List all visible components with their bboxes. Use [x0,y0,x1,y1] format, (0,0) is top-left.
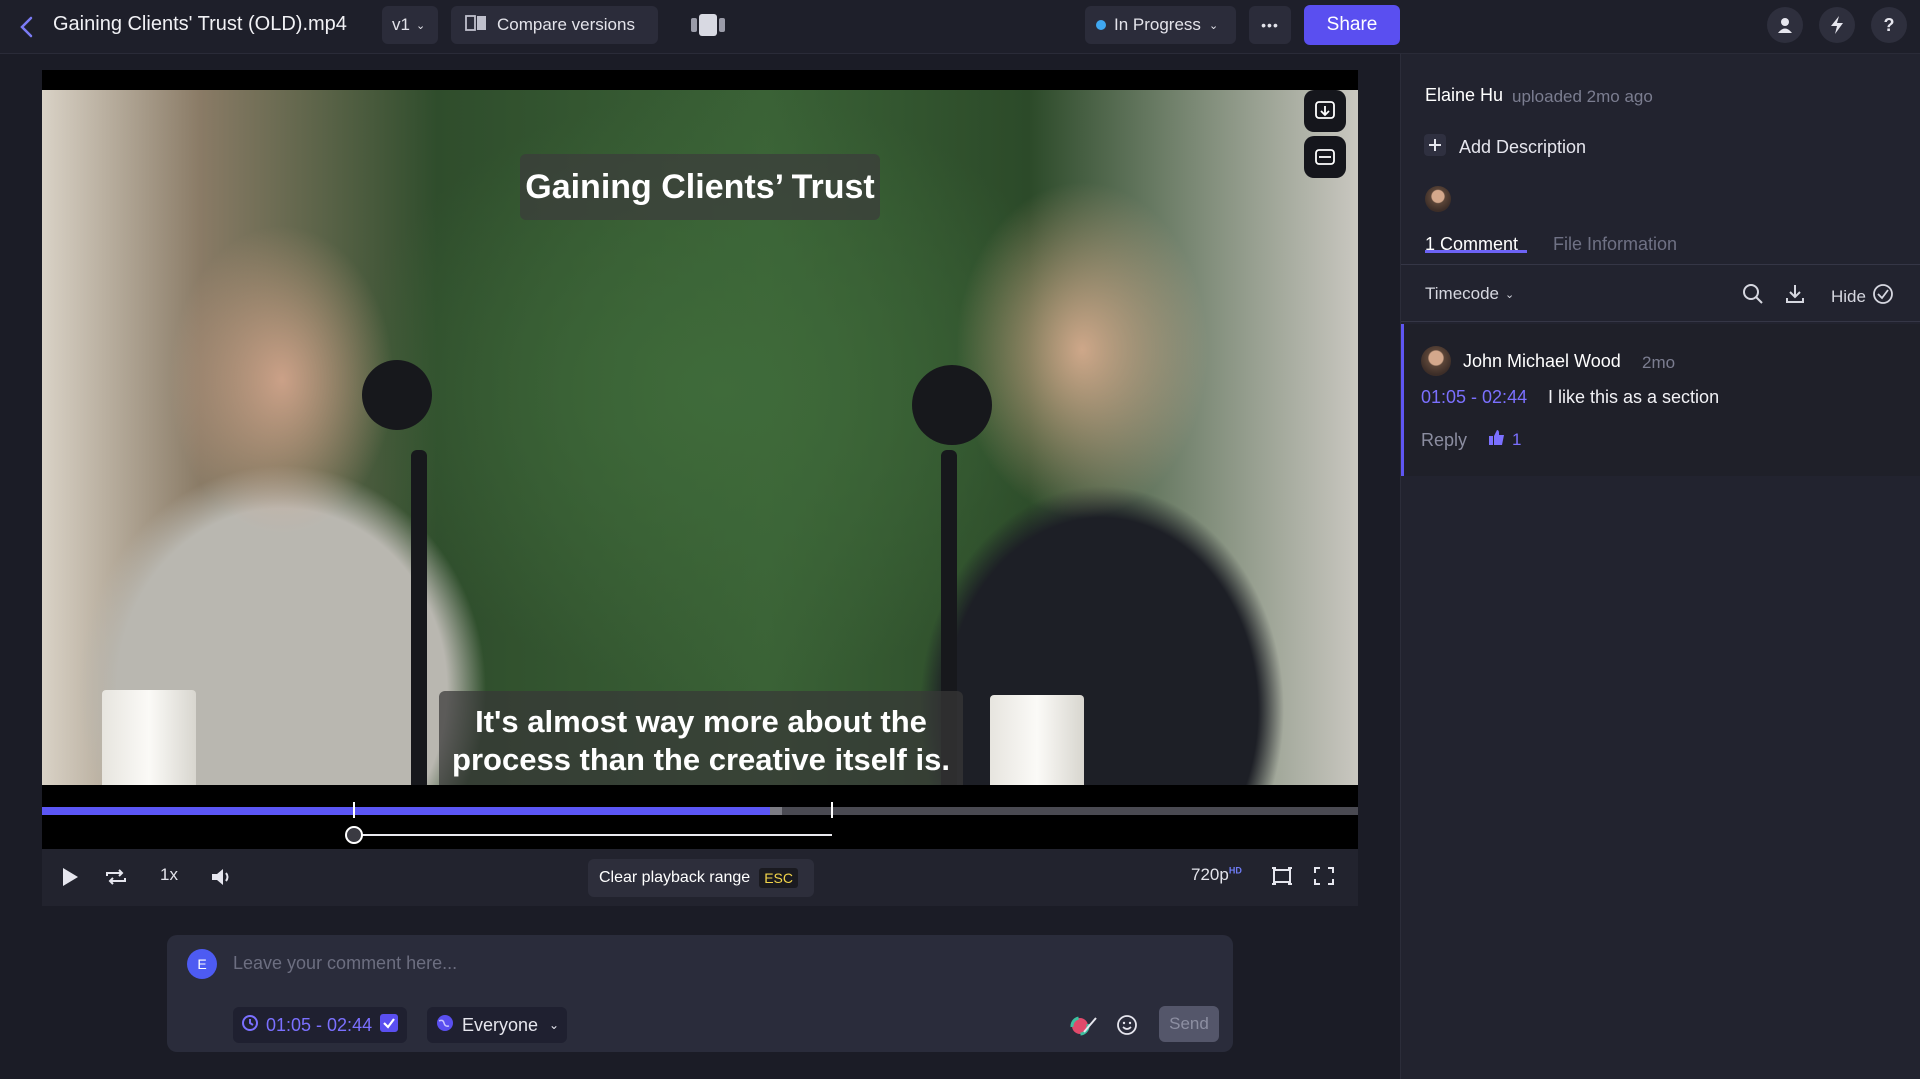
view-mode-icon[interactable] [690,13,726,37]
hide-label: Hide [1831,286,1866,306]
upload-time: uploaded 2mo ago [1512,87,1653,106]
tab-file-information[interactable]: File Information [1553,234,1677,255]
clock-icon [241,1014,259,1037]
comment-text: I like this as a section [1548,387,1720,407]
status-label: In Progress [1114,15,1201,34]
theater-mode-icon[interactable] [1271,866,1293,891]
avatar [1425,186,1451,212]
user-icon[interactable] [1767,7,1803,43]
status-dropdown[interactable]: In Progress ⌄ [1085,6,1236,44]
range-start-marker[interactable] [352,802,355,818]
range-handle[interactable] [344,826,363,844]
chevron-down-icon: ⌄ [1208,19,1219,32]
download-frame-icon[interactable] [1304,90,1346,132]
playback-range-line [353,834,832,836]
range-end-marker[interactable] [830,802,833,818]
comment-timecode[interactable]: 01:05 - 02:44 [1421,387,1527,408]
globe-icon [435,1013,455,1038]
compare-versions-label: Compare versions [497,15,635,34]
volume-icon[interactable] [210,866,234,893]
chevron-down-icon: ⌄ [1505,288,1515,301]
caption-line: process than the creative itself is. [452,742,950,777]
comment-input[interactable] [233,949,933,977]
like-count: 1 [1512,429,1522,449]
speed-button[interactable]: 1x [160,865,178,885]
help-button[interactable]: ? [1871,7,1907,43]
quality-label: 720p [1191,865,1229,884]
clear-range-label: Clear playback range [599,869,751,886]
plus-icon [1423,133,1447,162]
checkbox-checked-icon[interactable] [379,1013,399,1038]
toolbar-divider [1401,321,1920,322]
video-player: Gaining Clients’ Trust It's almost way m… [42,70,1358,906]
cup-right [990,695,1084,785]
loop-icon[interactable] [104,867,128,892]
chevron-down-icon: ⌄ [549,1018,560,1032]
timecode-range-label: 01:05 - 02:44 [266,1014,373,1035]
emoji-icon[interactable] [1116,1014,1138,1041]
player-controls: 1x Clear playback range ESC 720pHD [42,849,1358,906]
video-overlay-title: Gaining Clients’ Trust [520,154,880,220]
file-title: Gaining Clients' Trust (OLD).mp4 [53,13,347,35]
comment-item[interactable]: John Michael Wood 2mo 01:05 - 02:44 I li… [1401,324,1920,476]
fullscreen-icon[interactable] [1313,866,1335,891]
search-icon[interactable] [1741,282,1765,311]
microphone-left [348,346,446,444]
status-dot-icon [1096,20,1106,30]
progress-bar [42,807,770,815]
tab-divider [1401,264,1920,265]
hd-badge: HD [1228,865,1242,876]
quality-selector[interactable]: 720pHD [1191,865,1242,885]
comment-composer: E 01:05 - 02:44 Everyone ⌄ Send [167,935,1233,1052]
microphone-right [912,365,992,445]
download-icon[interactable] [1783,282,1807,311]
mic-stand-left [411,450,427,785]
video-caption: It's almost way more about the process t… [439,691,963,785]
help-icon: ? [1883,14,1895,35]
reply-button[interactable]: Reply [1421,430,1467,451]
comments-sidebar: Elaine Hu uploaded 2mo ago Add Descripti… [1400,54,1920,1079]
color-picker-icon[interactable] [1070,1014,1098,1041]
add-description-label: Add Description [1459,137,1587,157]
uploader-name: Elaine Hu [1425,85,1504,105]
check-circle-icon [1872,283,1894,310]
avatar [1421,346,1451,376]
caption-line: It's almost way more about the [475,704,927,739]
chevron-left-icon[interactable] [12,12,42,42]
esc-shortcut-badge: ESC [759,868,798,888]
buffered-bar [769,807,782,815]
lightning-icon[interactable] [1819,7,1855,43]
cup-left [102,690,196,785]
visibility-dropdown[interactable]: Everyone ⌄ [427,1007,568,1043]
sort-dropdown[interactable]: Timecode ⌄ [1425,284,1514,304]
visibility-label: Everyone [462,1014,539,1035]
video-frame[interactable]: Gaining Clients’ Trust It's almost way m… [42,90,1358,785]
more-options-button[interactable]: ••• [1249,6,1291,44]
version-label: v1 [392,15,410,34]
send-button[interactable]: Send [1159,1006,1219,1042]
playback-timeline[interactable] [42,807,1358,815]
compare-icon [465,14,487,37]
comment-age: 2mo [1642,353,1676,372]
like-button[interactable]: 1 [1488,428,1521,451]
clear-playback-range-button[interactable]: Clear playback range ESC [588,859,814,897]
thumbs-up-icon [1488,428,1506,451]
chevron-down-icon: ⌄ [415,19,426,32]
hide-comments-button[interactable]: Hide [1831,283,1894,310]
top-bar: Gaining Clients' Trust (OLD).mp4 v1 ⌄ Co… [0,0,1920,54]
sort-label: Timecode [1425,284,1500,303]
share-button[interactable]: Share [1304,5,1400,45]
add-description-button[interactable]: Add Description [1423,133,1586,162]
version-dropdown[interactable]: v1 ⌄ [382,6,438,44]
play-icon[interactable] [60,866,80,893]
active-tab-indicator [1425,250,1527,253]
annotation-icon[interactable] [1304,136,1346,178]
avatar: E [187,949,217,979]
comment-author: John Michael Wood [1463,351,1621,371]
timecode-range-chip[interactable]: 01:05 - 02:44 [233,1007,408,1043]
more-icon: ••• [1261,17,1279,33]
compare-versions-button[interactable]: Compare versions [451,6,658,44]
